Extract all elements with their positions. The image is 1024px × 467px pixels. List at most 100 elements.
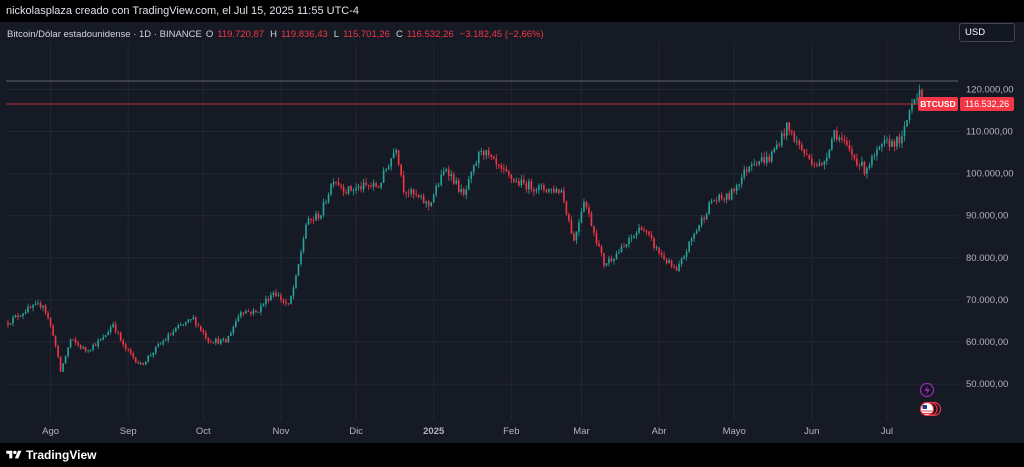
close-value: 116.532,26 — [406, 29, 454, 40]
high-value: 119.836,43 — [280, 29, 328, 40]
candle-body — [635, 232, 638, 236]
candle-body — [402, 175, 405, 192]
candle-body — [237, 316, 240, 322]
y-tick-label: 110.000,00 — [966, 127, 1013, 138]
candle-body — [663, 255, 665, 260]
candle-body — [883, 140, 886, 144]
x-tick-label: Sep — [120, 426, 137, 437]
candle-body — [184, 321, 187, 325]
candle-body — [322, 202, 325, 216]
candle-body — [270, 295, 272, 301]
candle-body — [603, 253, 605, 266]
candle-body — [563, 190, 565, 202]
candle-body — [382, 170, 385, 183]
candle-body — [260, 305, 262, 312]
candle-body — [633, 235, 635, 238]
candle-body — [821, 163, 823, 165]
candle-body — [119, 332, 122, 341]
candle-body — [708, 202, 710, 215]
candle-body — [437, 185, 440, 187]
candle-body — [432, 194, 435, 203]
candle-body — [763, 157, 766, 163]
candle-body — [92, 344, 94, 350]
currency-selector[interactable]: USD — [959, 23, 1015, 42]
candle-body — [713, 200, 715, 202]
candle-body — [129, 349, 132, 354]
candle-body — [207, 338, 210, 342]
x-tick-label: Mayo — [723, 426, 746, 437]
candle-body — [753, 163, 756, 165]
candle-body — [392, 152, 395, 159]
candle-body — [565, 201, 568, 215]
candle-body — [32, 305, 34, 308]
candle-body — [317, 213, 320, 219]
candle-body — [164, 340, 167, 342]
candle-body — [668, 260, 670, 263]
candle-body — [262, 304, 265, 306]
candle-body — [873, 155, 876, 157]
x-tick-label: Jul — [881, 426, 893, 437]
price-badges: BTCUSD 116.532,26 — [918, 96, 1014, 111]
candle-body — [232, 326, 235, 334]
candle-body — [220, 339, 222, 344]
price-chart[interactable]: 50.000,00 60.000,00 70.000,00 80.000,00 90.0… — [0, 0, 1024, 443]
candle-body — [906, 120, 908, 127]
candle-body — [918, 89, 921, 99]
candle-body — [285, 301, 287, 304]
candle-body — [275, 292, 277, 297]
candle-body — [803, 149, 806, 154]
candle-body — [290, 295, 292, 304]
candle-body — [518, 180, 520, 186]
candle-body — [152, 352, 155, 356]
candle-body — [257, 311, 260, 313]
candle-body — [773, 148, 776, 153]
candle-body — [508, 171, 510, 175]
candle-body — [600, 246, 603, 254]
candle-body — [84, 347, 87, 352]
tradingview-logo-icon — [6, 450, 22, 459]
candle-body — [593, 226, 595, 233]
currency-label: USD — [965, 27, 986, 38]
candle-body — [828, 149, 831, 158]
candle-body — [916, 98, 918, 100]
low-label: L — [333, 29, 340, 40]
candle-body — [74, 339, 77, 343]
candle-body — [886, 139, 888, 141]
candle-body — [618, 252, 620, 254]
symbol-title: Bitcoin/Dólar estadounidense · 1D · BINA… — [7, 29, 202, 40]
candle-body — [871, 156, 873, 166]
candle-body — [307, 218, 310, 225]
candle-body — [460, 189, 463, 192]
candle-body — [876, 149, 878, 156]
candle-body — [9, 323, 12, 325]
candle-body — [167, 334, 170, 341]
candle-body — [643, 230, 645, 232]
candle-body — [911, 103, 913, 111]
candle-body — [896, 136, 898, 147]
candle-body — [134, 357, 137, 363]
candle-body — [558, 189, 560, 193]
candle-body — [37, 303, 39, 305]
candle-body — [495, 158, 498, 165]
candle-body — [212, 342, 215, 344]
candle-body — [660, 252, 663, 256]
candle-body — [490, 155, 493, 157]
candle-body — [698, 225, 700, 231]
candle-body — [310, 218, 312, 220]
close-label: C — [395, 29, 403, 40]
candle-body — [59, 356, 62, 372]
candle-body — [778, 144, 781, 146]
candle-body — [658, 247, 660, 253]
candle-body — [12, 317, 14, 324]
candle-body — [790, 130, 793, 133]
candle-body — [665, 259, 668, 263]
candle-body — [833, 130, 836, 140]
candle-body — [375, 182, 377, 187]
open-value: 119.720,87 — [217, 29, 265, 40]
candle-body — [868, 165, 871, 168]
candle-body — [49, 318, 52, 326]
candle-body — [811, 158, 813, 165]
candle-body — [395, 150, 397, 153]
candle-body — [305, 224, 307, 239]
candle-body — [705, 214, 708, 220]
